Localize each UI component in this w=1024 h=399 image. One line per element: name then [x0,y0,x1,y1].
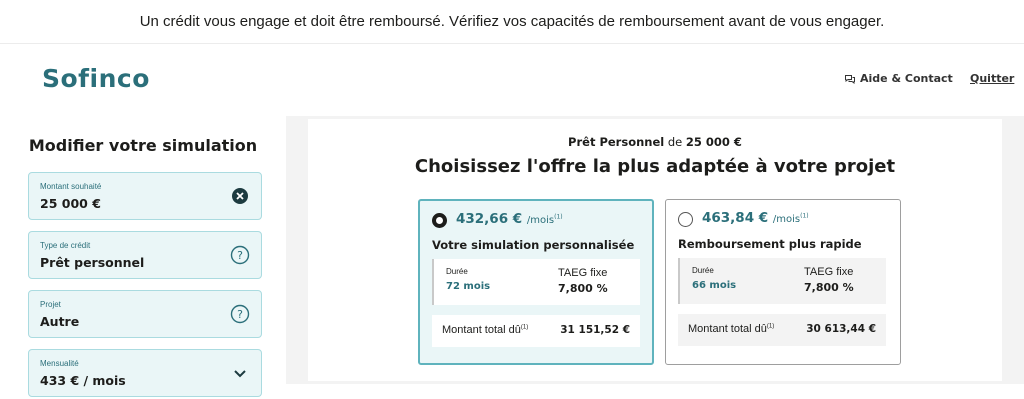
total-footnote: (1) [766,323,775,330]
loan-amount: 25 000 € [685,135,742,149]
help-icon[interactable]: ? [230,304,250,324]
help-contact-link[interactable]: Aide & Contact [844,72,953,85]
project-field[interactable]: Projet Autre ? [28,290,262,338]
duration-value: 72 mois [446,281,491,292]
chat-bubble-icon [844,73,856,85]
offer-duration: Durée 72 mois [432,259,524,305]
offer-unit-text: /mois [526,215,555,226]
taeg-value: 7,800 % [804,281,854,294]
quit-link[interactable]: Quitter [970,72,1014,85]
offers-panel: Prêt Personnel de 25 000 € Choisissez l'… [308,119,1002,381]
offer-duration: Durée 66 mois [678,258,770,304]
total-label-text: Montant total dû [442,324,521,336]
project-value: Autre [40,314,80,329]
simulation-sidebar: Modifier votre simulation Montant souhai… [0,116,286,399]
credit-type-field[interactable]: Type de crédit Prêt personnel ? [28,231,262,279]
total-footnote: (1) [520,324,529,331]
offer-details: Durée 72 mois TAEG fixe 7,800 % [432,259,640,305]
offer-total: Montant total dû(1) 31 151,52 € [432,315,640,347]
offer-card-personalized[interactable]: 432,66 € /mois(1) Votre simulation perso… [418,199,654,365]
offer-price-unit: /mois(1) [772,212,809,225]
project-label: Projet [40,300,61,309]
offer-taeg: TAEG fixe 7,800 % [536,259,640,305]
amount-value: 25 000 € [40,196,101,211]
offer-radio[interactable] [678,212,693,227]
duration-value: 66 mois [692,280,737,291]
clear-icon[interactable] [230,186,250,206]
amount-field[interactable]: Montant souhaité 25 000 € [28,172,262,220]
sofinco-logo[interactable]: Sofinco [42,64,150,93]
offer-radio[interactable] [432,213,447,228]
offers-area: Prêt Personnel de 25 000 € Choisissez l'… [286,116,1024,384]
duration-label: Durée [446,267,468,276]
taeg-label: TAEG fixe [558,267,608,279]
taeg-label: TAEG fixe [804,266,854,278]
offer-price: 463,84 € /mois(1) [702,210,809,226]
help-contact-label: Aide & Contact [860,72,953,85]
offer-price-value: 463,84 € [702,210,769,226]
duration-label: Durée [692,266,714,275]
offer-total: Montant total dû(1) 30 613,44 € [678,314,886,346]
loan-summary: Prêt Personnel de 25 000 € [308,135,1002,149]
page-title: Choisissez l'offre la plus adaptée à vot… [414,156,896,177]
total-label: Montant total dû(1) [442,324,528,336]
credit-type-value: Prêt personnel [40,255,145,270]
offer-price-unit: /mois(1) [526,213,563,226]
offer-unit-text: /mois [772,214,801,225]
offer-title: Remboursement plus rapide [678,237,862,251]
credit-disclaimer: Un crédit vous engage et doit être rembo… [0,0,1024,44]
loan-de: de [664,135,686,149]
monthly-payment-label: Mensualité [40,359,79,368]
total-value: 31 151,52 € [560,324,630,336]
monthly-payment-value: 433 € / mois [40,373,126,388]
offer-price: 432,66 € /mois(1) [456,211,563,227]
offer-details: Durée 66 mois TAEG fixe 7,800 % [678,258,886,304]
chevron-down-icon[interactable] [230,363,250,383]
offer-price-value: 432,66 € [456,211,523,227]
taeg-value: 7,800 % [558,282,608,295]
svg-text:?: ? [237,308,243,321]
monthly-payment-field[interactable]: Mensualité 433 € / mois [28,349,262,397]
offer-card-faster[interactable]: 463,84 € /mois(1) Remboursement plus rap… [665,199,901,365]
total-value: 30 613,44 € [806,323,876,335]
offer-footnote: (1) [800,212,809,220]
help-icon[interactable]: ? [230,245,250,265]
loan-product: Prêt Personnel [568,135,665,149]
site-header: Sofinco Aide & Contact Quitter [0,44,1024,116]
offer-title: Votre simulation personnalisée [432,238,635,252]
offer-taeg: TAEG fixe 7,800 % [782,258,886,304]
credit-type-label: Type de crédit [40,241,91,250]
total-label-text: Montant total dû [688,323,767,335]
offer-footnote: (1) [554,213,563,221]
total-label: Montant total dû(1) [688,323,774,335]
amount-label: Montant souhaité [40,182,102,191]
svg-text:?: ? [237,249,243,262]
sidebar-title: Modifier votre simulation [28,136,258,155]
